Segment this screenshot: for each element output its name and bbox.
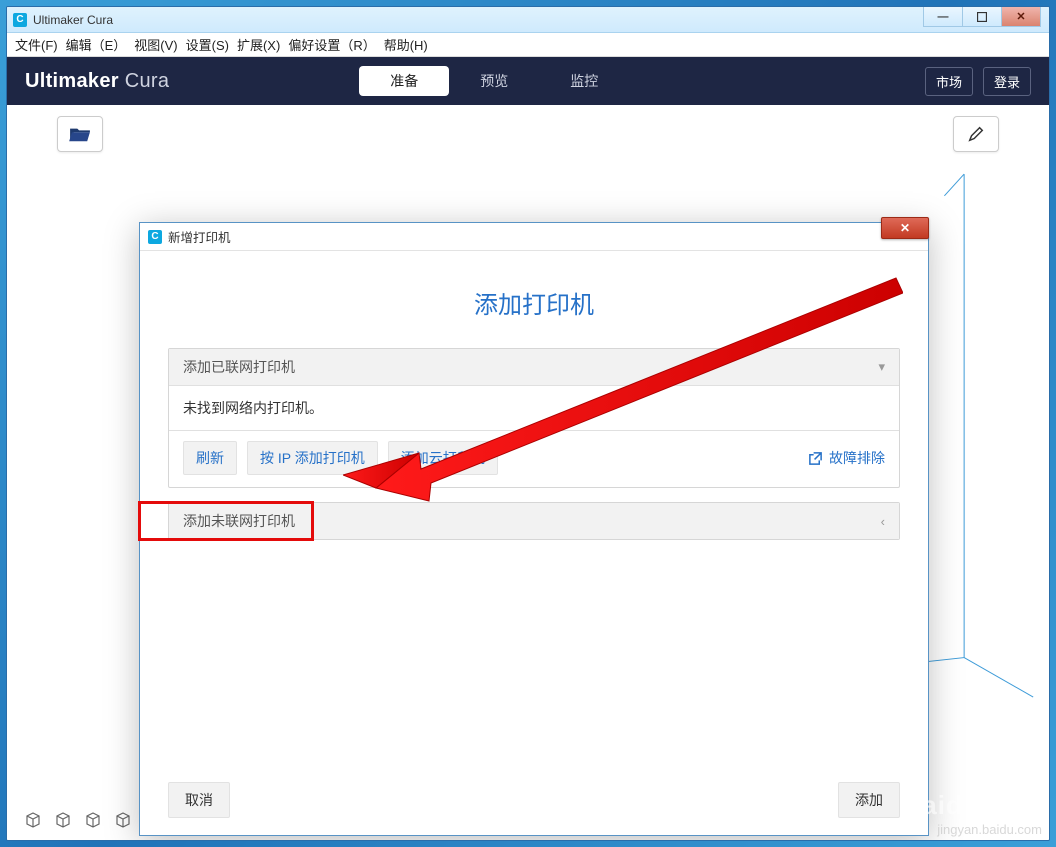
- brand-strong: Ultimaker: [25, 70, 119, 92]
- brand-logo: Ultimaker Cura: [25, 70, 169, 93]
- dialog-heading: 添加打印机: [168, 285, 900, 320]
- section-networked-label: 添加已联网打印机: [183, 357, 295, 377]
- section-nonnetwork-printer: 添加未联网打印机 ‹: [168, 502, 900, 540]
- section-nonnetwork-label: 添加未联网打印机: [183, 511, 295, 531]
- section-networked-header[interactable]: 添加已联网打印机 ▾: [169, 349, 899, 385]
- menu-extensions[interactable]: 扩展(X): [237, 35, 280, 54]
- app-header: Ultimaker Cura 准备 预览 监控 市场 登录: [7, 57, 1049, 105]
- chevron-down-icon: ▾: [878, 359, 885, 375]
- menu-help[interactable]: 帮助(H): [384, 35, 428, 54]
- cube-icon[interactable]: [25, 812, 41, 828]
- refresh-button[interactable]: 刷新: [183, 441, 237, 475]
- add-by-ip-button[interactable]: 按 IP 添加打印机: [247, 441, 378, 475]
- cancel-button[interactable]: 取消: [168, 782, 230, 818]
- section-nonnetwork-header[interactable]: 添加未联网打印机 ‹: [169, 503, 899, 539]
- marketplace-button[interactable]: 市场: [925, 67, 973, 96]
- chevron-left-icon: ‹: [881, 514, 885, 529]
- dialog-close-button[interactable]: ✕: [881, 217, 929, 239]
- brand-thin: Cura: [119, 70, 169, 92]
- cube-icon[interactable]: [55, 812, 71, 828]
- menu-settings[interactable]: 设置(S): [186, 35, 229, 54]
- menu-view[interactable]: 视图(V): [134, 35, 177, 54]
- cube-icon[interactable]: [115, 812, 131, 828]
- section-networked-printer: 添加已联网打印机 ▾ 未找到网络内打印机。 刷新 按 IP 添加打印机 添加云打…: [168, 348, 900, 488]
- troubleshoot-link[interactable]: 故障排除: [808, 448, 885, 468]
- tab-preview[interactable]: 预览: [449, 66, 539, 96]
- window-minimize-button[interactable]: [923, 7, 963, 27]
- app-icon: C: [13, 13, 27, 27]
- menu-edit[interactable]: 编辑（E）: [66, 35, 127, 54]
- tab-monitor[interactable]: 监控: [539, 66, 629, 96]
- app-icon: C: [148, 230, 162, 244]
- menu-preferences[interactable]: 偏好设置（R）: [288, 35, 375, 54]
- login-button[interactable]: 登录: [983, 67, 1031, 96]
- troubleshoot-label: 故障排除: [829, 448, 885, 468]
- dialog-title-text: 新增打印机: [168, 227, 231, 246]
- add-cloud-button[interactable]: 添加云打印机: [388, 441, 498, 475]
- menu-file[interactable]: 文件(F): [15, 35, 58, 54]
- external-link-icon: [808, 451, 823, 466]
- cube-icon[interactable]: [85, 812, 101, 828]
- networked-status-text: 未找到网络内打印机。: [169, 385, 899, 430]
- menu-bar: 文件(F) 编辑（E） 视图(V) 设置(S) 扩展(X) 偏好设置（R） 帮助…: [7, 33, 1049, 57]
- add-button[interactable]: 添加: [838, 782, 900, 818]
- window-title: Ultimaker Cura: [33, 13, 113, 27]
- window-close-button[interactable]: [1001, 7, 1041, 27]
- window-maximize-button[interactable]: [962, 7, 1002, 27]
- add-printer-dialog: C 新增打印机 ✕ 添加打印机 添加已联网打印机 ▾ 未找到网络内打印机。 刷新…: [139, 222, 929, 836]
- dialog-titlebar: C 新增打印机: [140, 223, 928, 251]
- tab-prepare[interactable]: 准备: [359, 66, 449, 96]
- window-titlebar: C Ultimaker Cura: [7, 7, 1049, 33]
